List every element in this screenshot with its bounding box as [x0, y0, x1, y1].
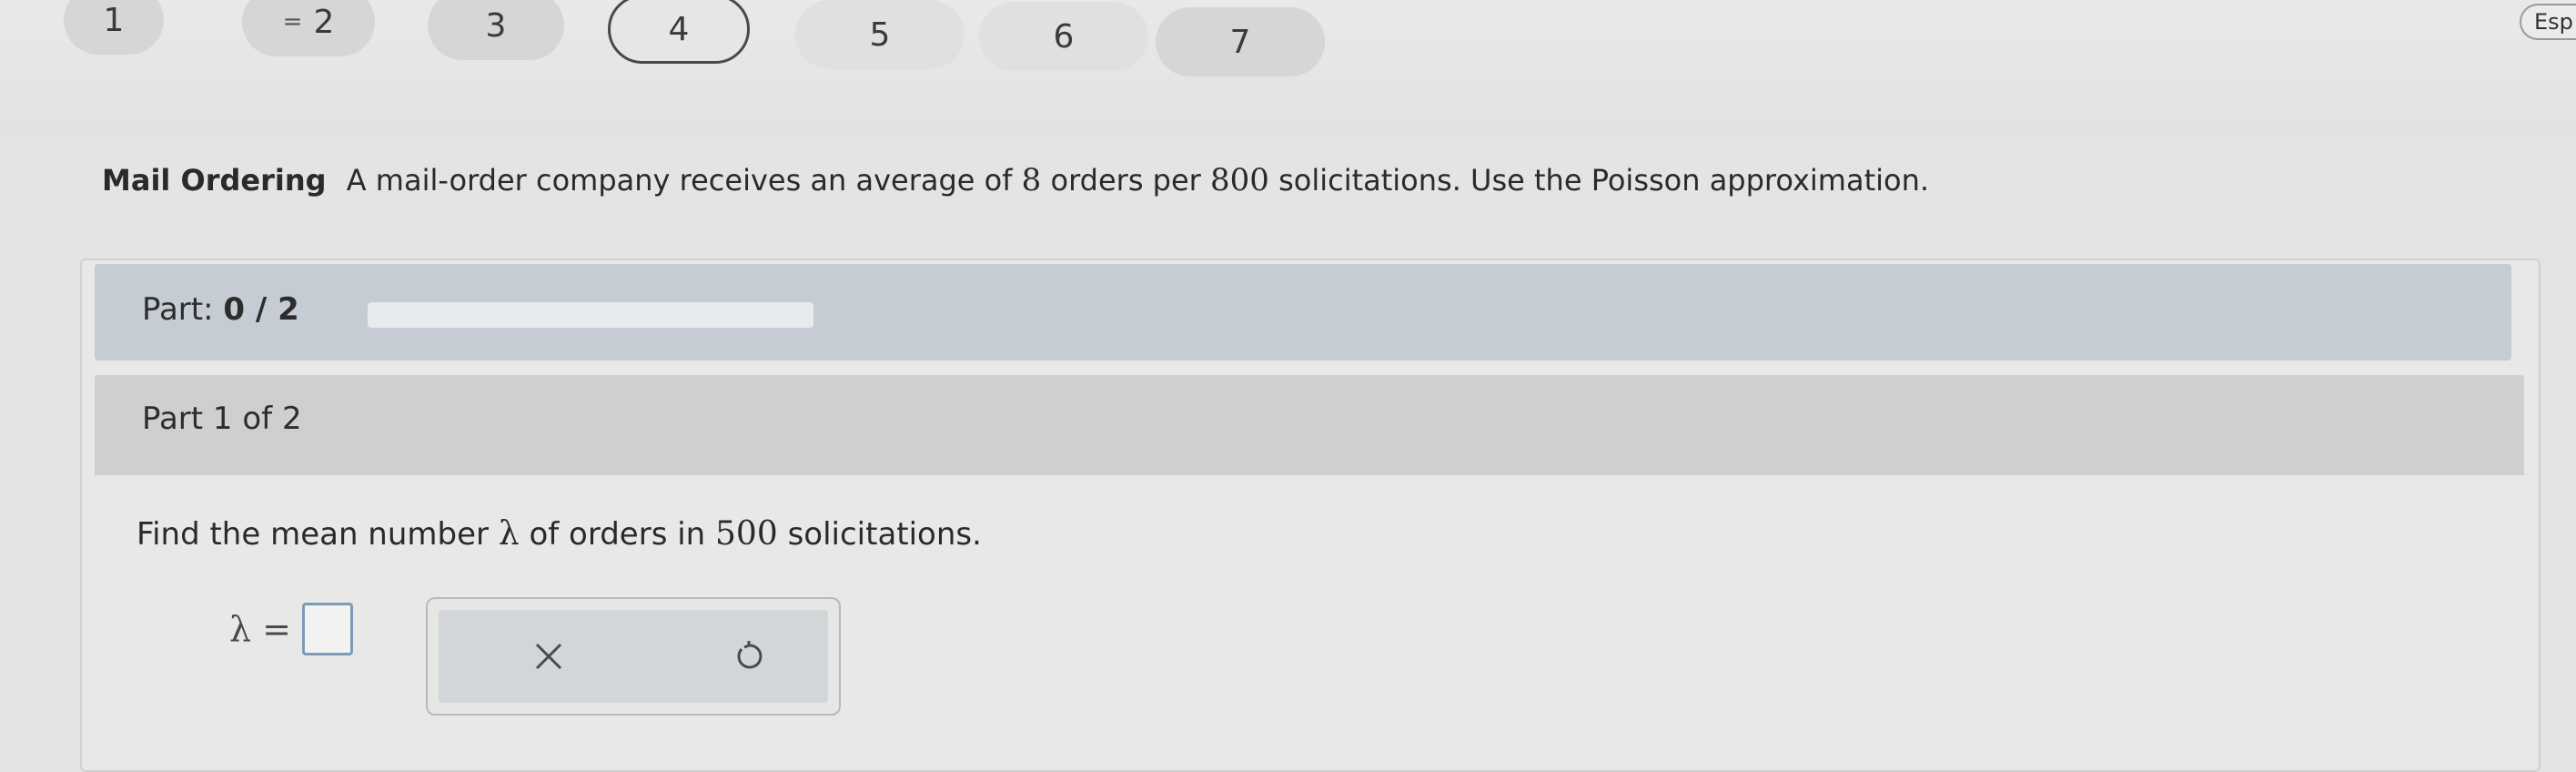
problem-solicitations-value: 800: [1209, 162, 1269, 198]
question-6-label: 6: [1053, 17, 1075, 56]
question-4-button[interactable]: 4: [608, 0, 750, 64]
question-1-button[interactable]: 1: [64, 0, 164, 55]
question-4-label: 4: [668, 10, 690, 48]
progress-prefix: Part:: [142, 291, 214, 328]
question-navigation: 1 = 2 3 4 5 6 7: [0, 0, 1365, 82]
lambda-symbol: λ: [498, 515, 520, 553]
part-header: Part 1 of 2: [95, 375, 2524, 475]
part-header-label: Part 1 of 2: [142, 401, 302, 437]
close-icon: [535, 643, 562, 670]
question-text-1: Find the mean number: [136, 516, 489, 553]
question-5-label: 5: [869, 15, 891, 54]
progress-track: [368, 302, 813, 328]
question-count-value: 500: [715, 515, 778, 553]
part-progress-bar: Part: 0 / 2: [95, 264, 2511, 361]
question-text: Find the mean number λ of orders in 500 …: [136, 515, 982, 553]
question-3-label: 3: [485, 6, 507, 45]
language-toggle-button[interactable]: Esp: [2520, 4, 2576, 40]
undo-icon: [737, 641, 763, 669]
question-2-button[interactable]: = 2: [242, 0, 375, 56]
top-bar: 1 = 2 3 4 5 6 7 Esp: [0, 0, 2576, 137]
question-7-label: 7: [1229, 23, 1251, 61]
answer-variable: λ: [229, 609, 252, 649]
answer-tools: [426, 597, 841, 716]
problem-text-3: solicitations. Use the Poisson approxima…: [1278, 163, 1930, 198]
question-6-button[interactable]: 6: [979, 2, 1148, 71]
answer-equals: =: [262, 609, 291, 649]
problem-orders-value: 8: [1021, 162, 1042, 198]
equals-marker-icon: =: [282, 8, 303, 36]
question-5-button[interactable]: 5: [795, 0, 965, 69]
progress-label: Part: 0 / 2: [142, 291, 299, 328]
question-2-label: 2: [313, 3, 335, 41]
language-toggle-label: Esp: [2534, 9, 2573, 35]
question-1-label: 1: [103, 1, 125, 39]
problem-statement: Mail Ordering A mail-order company recei…: [102, 162, 1929, 198]
problem-topic: Mail Ordering: [102, 163, 327, 198]
progress-value: 0 / 2: [223, 291, 299, 328]
problem-text-1: A mail-order company receives an average…: [346, 163, 1013, 198]
question-3-button[interactable]: 3: [428, 0, 564, 60]
answer-row: λ =: [229, 603, 353, 655]
answer-input[interactable]: [301, 603, 353, 655]
problem-text-2: orders per: [1050, 163, 1201, 198]
question-text-3: solicitations.: [787, 516, 982, 553]
question-text-2: of orders in: [529, 516, 706, 553]
question-7-button[interactable]: 7: [1156, 7, 1325, 76]
reset-button[interactable]: [726, 634, 772, 679]
answer-tools-bar: [439, 610, 828, 703]
clear-button[interactable]: [526, 634, 571, 679]
